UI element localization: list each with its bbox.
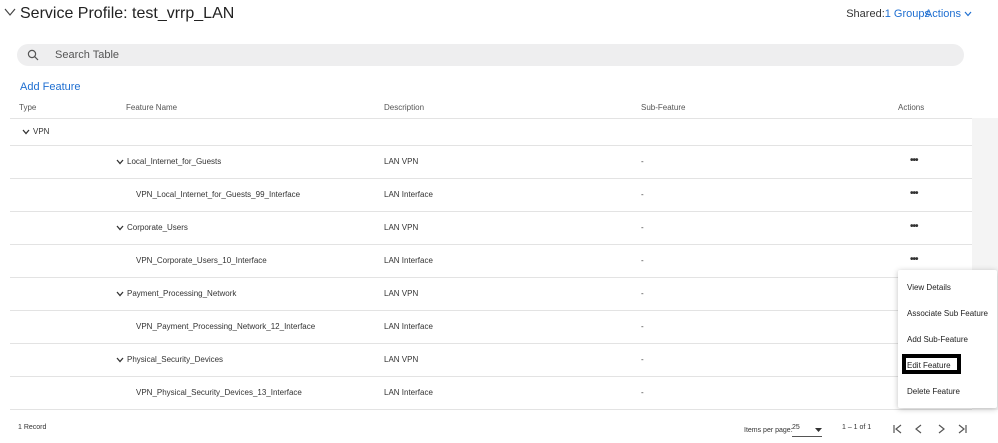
actions-dropdown[interactable]: Actions	[925, 8, 972, 20]
search-icon	[27, 49, 39, 61]
search-bar[interactable]	[17, 44, 964, 66]
feature-description: LAN VPN	[384, 289, 419, 298]
feature-name: VPN_Local_Internet_for_Guests_99_Interfa…	[136, 190, 301, 199]
feature-name: Physical_Security_Devices	[127, 355, 224, 364]
column-header-feature-name[interactable]: Feature Name	[126, 103, 177, 112]
next-page-icon[interactable]	[935, 423, 947, 435]
row-actions-menu-icon[interactable]: •••	[910, 155, 918, 166]
row-actions-menu-icon[interactable]: •••	[910, 188, 918, 199]
divider	[10, 178, 972, 179]
sub-feature-value: -	[641, 289, 644, 298]
row-actions-menu-icon[interactable]: •••	[910, 221, 918, 232]
feature-description: LAN Interface	[384, 190, 433, 199]
shared-groups: Shared:1 Groups	[846, 8, 930, 20]
feature-description: LAN VPN	[384, 157, 419, 166]
menu-item-view-details[interactable]: View Details	[907, 283, 951, 292]
feature-name: Corporate_Users	[127, 223, 188, 232]
group-row-vpn[interactable]: VPN	[22, 127, 49, 136]
column-header-description[interactable]: Description	[384, 103, 424, 112]
sub-feature-value: -	[641, 190, 644, 199]
shared-label: Shared:	[846, 8, 885, 20]
divider	[10, 343, 972, 344]
chevron-down-icon	[116, 291, 124, 297]
feature-description: LAN Interface	[384, 388, 433, 397]
divider	[10, 310, 972, 311]
menu-item-associate-sub-feature[interactable]: Associate Sub Feature	[907, 309, 988, 318]
divider	[10, 145, 972, 146]
column-header-type[interactable]: Type	[19, 103, 36, 112]
column-header-actions: Actions	[898, 103, 925, 112]
feature-name: VPN_Corporate_Users_10_Interface	[136, 256, 267, 265]
actions-label: Actions	[924, 8, 961, 20]
sub-feature-value: -	[641, 355, 644, 364]
feature-name: Payment_Processing_Network	[127, 289, 237, 298]
feature-description: LAN Interface	[384, 256, 433, 265]
chevron-down-icon	[116, 159, 124, 165]
chevron-down-icon	[116, 357, 124, 363]
chevron-down-icon	[964, 11, 972, 17]
feature-description: LAN VPN	[384, 223, 419, 232]
column-header-sub-feature[interactable]: Sub-Feature	[641, 103, 685, 112]
divider	[10, 118, 972, 119]
sub-feature-value: -	[641, 223, 644, 232]
table-row-name[interactable]: Payment_Processing_Network	[116, 289, 236, 298]
items-per-page-label: Items per page:	[744, 427, 793, 434]
feature-name: VPN_Physical_Security_Devices_13_Interfa…	[136, 388, 302, 397]
last-page-icon[interactable]	[956, 423, 968, 435]
page-title: Service Profile: test_vrrp_LAN	[20, 5, 235, 22]
menu-item-delete-feature[interactable]: Delete Feature	[907, 387, 960, 396]
divider	[10, 244, 972, 245]
search-input[interactable]	[53, 48, 857, 62]
table-row-name[interactable]: Corporate_Users	[116, 223, 188, 232]
table-row-name[interactable]: Physical_Security_Devices	[116, 355, 223, 364]
row-actions-menu: View Details Associate Sub Feature Add S…	[898, 270, 997, 408]
sub-feature-value: -	[641, 256, 644, 265]
items-per-page-select[interactable]: 25	[792, 424, 822, 437]
page-range: 1 – 1 of 1	[842, 424, 872, 431]
previous-page-icon[interactable]	[913, 423, 925, 435]
collapse-chevron-icon[interactable]	[4, 6, 16, 18]
group-label: VPN	[33, 127, 50, 136]
divider	[10, 409, 972, 410]
items-per-page-value: 25	[792, 424, 800, 431]
chevron-down-icon	[22, 129, 30, 135]
divider	[10, 211, 972, 212]
menu-item-edit-feature[interactable]: Edit Feature	[907, 361, 951, 370]
sub-feature-value: -	[641, 322, 644, 331]
menu-item-add-sub-feature[interactable]: Add Sub-Feature	[907, 335, 968, 344]
shared-groups-link[interactable]: 1 Groups	[885, 8, 930, 20]
add-feature-button[interactable]: Add Feature	[20, 81, 81, 93]
record-count: 1 Record	[18, 424, 47, 431]
caret-down-icon	[815, 428, 822, 432]
feature-description: LAN VPN	[384, 355, 419, 364]
feature-name: Local_Internet_for_Guests	[127, 157, 222, 166]
chevron-down-icon	[116, 225, 124, 231]
divider	[10, 376, 972, 377]
feature-description: LAN Interface	[384, 322, 433, 331]
sub-feature-value: -	[641, 157, 644, 166]
row-actions-menu-icon[interactable]: •••	[910, 254, 918, 265]
first-page-icon[interactable]	[892, 423, 904, 435]
feature-name: VPN_Payment_Processing_Network_12_Interf…	[136, 322, 316, 331]
table-row-name[interactable]: Local_Internet_for_Guests	[116, 157, 221, 166]
divider	[10, 277, 972, 278]
sub-feature-value: -	[641, 388, 644, 397]
